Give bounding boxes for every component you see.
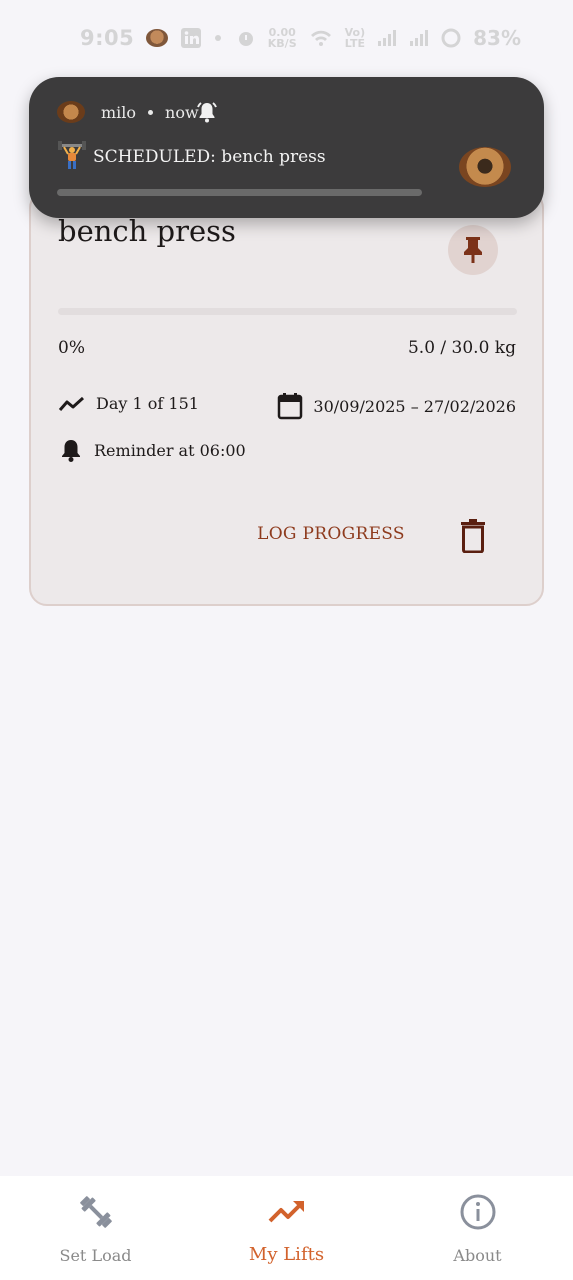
trash-icon [461, 519, 485, 553]
progress-percent: 0% [58, 338, 85, 358]
trend-line-icon [58, 395, 86, 413]
status-right: 0.00 KB/S Vo) LTE 83% [236, 26, 521, 50]
reminder-label: Reminder at 06:00 [94, 440, 246, 460]
log-progress-button[interactable]: LOG PROGRESS [251, 514, 411, 554]
lte-label: LTE [344, 37, 365, 50]
alarm-bell-icon [195, 100, 219, 128]
pin-icon [464, 237, 482, 263]
notification-title: SCHEDULED: bench press [93, 147, 326, 167]
linkedin-icon [180, 27, 202, 49]
network-speed: 0.00 KB/S [268, 27, 297, 49]
notification-header: milo now [101, 103, 199, 122]
nav-item-set-load[interactable]: Set Load [0, 1176, 191, 1280]
lift-card[interactable]: bench press 0% 5.0 / 30.0 kg Day 1 of 15… [29, 190, 544, 606]
wifi-icon [309, 28, 333, 48]
app-notification-icon [146, 29, 169, 47]
trending-up-icon [267, 1192, 307, 1232]
nav-item-about[interactable]: About [382, 1176, 573, 1280]
lift-progress-bar [58, 308, 517, 315]
notification-avatar [459, 147, 511, 187]
network-speed-unit: KB/S [267, 37, 297, 50]
pin-button[interactable] [448, 225, 498, 275]
calendar-icon [277, 392, 303, 420]
date-range-label: 30/09/2025 – 27/02/2026 [313, 396, 516, 416]
notification-app-name: milo [101, 103, 137, 122]
notification-banner[interactable]: milo now SCHEDULED: bench press [29, 77, 544, 218]
volte-indicator: Vo) LTE [345, 27, 366, 49]
bottom-navigation: Set Load My Lifts About [0, 1176, 573, 1280]
alarm-icon [236, 28, 256, 48]
info-icon [458, 1192, 498, 1232]
bell-icon [58, 437, 84, 463]
nav-item-my-lifts[interactable]: My Lifts [191, 1176, 382, 1280]
day-label: Day 1 of 151 [96, 394, 199, 413]
nav-label-about: About [453, 1246, 502, 1265]
status-left: 9:05 [80, 26, 222, 50]
notification-progress-bar [57, 189, 422, 196]
separator-dot [148, 110, 154, 115]
status-time: 9:05 [80, 26, 135, 50]
notification-app-icon [57, 101, 85, 123]
signal-icon-secondary [409, 29, 429, 47]
lift-title: bench press [58, 214, 236, 248]
nav-label-my-lifts: My Lifts [248, 1244, 325, 1265]
delete-button[interactable] [451, 514, 495, 558]
dot-icon [214, 34, 222, 42]
battery-icon [441, 28, 461, 48]
dumbbell-icon [76, 1192, 116, 1232]
notification-time: now [165, 103, 199, 122]
signal-icon [377, 29, 397, 47]
date-range: 30/09/2025 – 27/02/2026 [277, 392, 516, 420]
day-counter: Day 1 of 151 [58, 394, 199, 413]
weight-progress: 5.0 / 30.0 kg [407, 338, 516, 358]
weightlifter-icon [57, 140, 87, 174]
nav-label-set-load: Set Load [59, 1246, 132, 1265]
app-screen: 9:05 0.00 KB/S Vo) LTE 83% bench press 0… [0, 0, 573, 1280]
reminder-row: Reminder at 06:00 [58, 437, 246, 463]
battery-percent: 83% [473, 26, 521, 50]
status-bar: 9:05 0.00 KB/S Vo) LTE 83% [0, 0, 573, 76]
